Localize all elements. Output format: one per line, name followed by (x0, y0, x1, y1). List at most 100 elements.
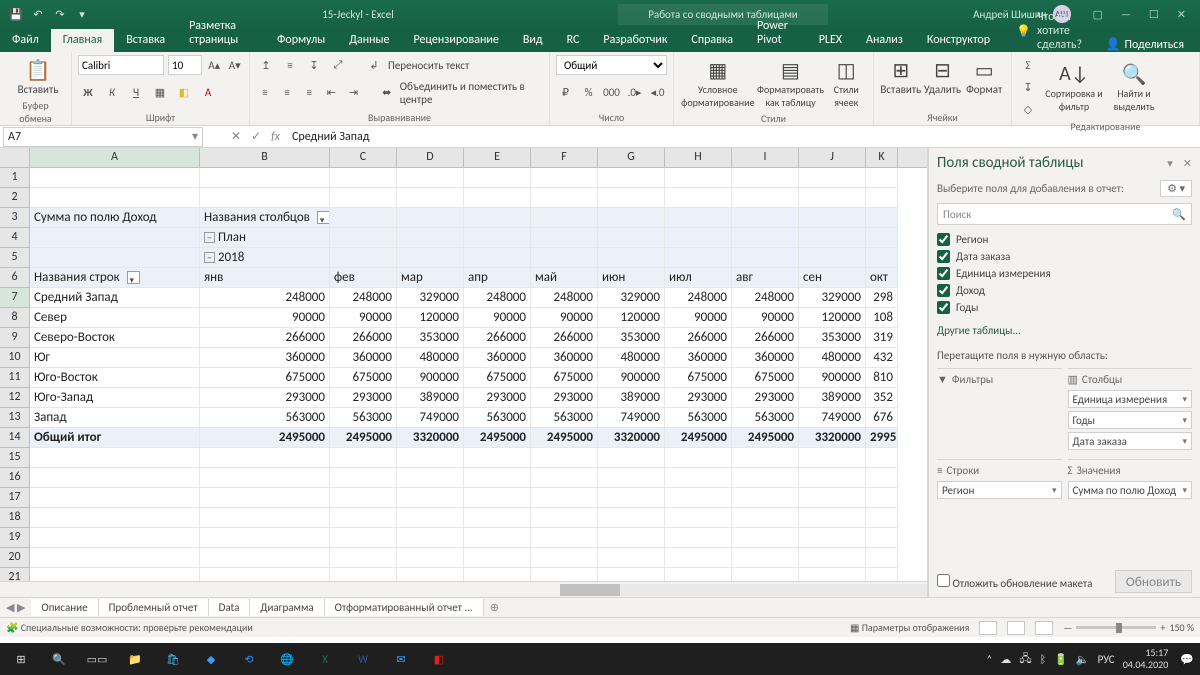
spreadsheet-grid[interactable]: ABCDEFGHIJK 123Сумма по полю ДоходНазван… (0, 148, 928, 597)
word-icon[interactable]: W (348, 646, 378, 672)
maximize-icon[interactable]: ☐ (1149, 8, 1159, 21)
sheet-tab[interactable]: Отформатированный отчет ... (325, 599, 484, 616)
enter-formula-icon[interactable]: ✓ (251, 129, 261, 144)
field-checkbox[interactable]: Единица измерения (937, 265, 1192, 282)
row-header[interactable]: 8 (0, 308, 30, 328)
merge-button[interactable]: ⬌ (378, 83, 396, 103)
format-as-table-button[interactable]: ▤Форматировать как таблицу (756, 55, 826, 111)
row-header[interactable]: 17 (0, 488, 30, 508)
column-header[interactable]: F (531, 148, 598, 167)
tray-language[interactable]: РУС (1098, 653, 1115, 666)
tab-design[interactable]: Конструктор (915, 29, 1002, 52)
tab-developer[interactable]: Разработчик (591, 29, 679, 52)
column-header[interactable]: J (799, 148, 866, 167)
view-layout-icon[interactable] (1007, 621, 1025, 635)
sheet-tab[interactable]: Описание (31, 599, 98, 616)
tab-help[interactable]: Справка (679, 29, 745, 52)
area-field-chip[interactable]: Единица измерения▾ (1068, 390, 1193, 408)
undo-icon[interactable]: ↶ (30, 6, 46, 22)
bold-button[interactable]: Ж (78, 83, 98, 103)
minimize-icon[interactable]: — (1121, 8, 1131, 21)
align-right-icon[interactable]: ≡ (300, 83, 318, 103)
number-format[interactable]: Общий (556, 55, 667, 75)
row-header[interactable]: 21 (0, 568, 30, 581)
paste-button[interactable]: 📋Вставить (6, 55, 70, 98)
redo-icon[interactable]: ↷ (52, 6, 68, 22)
teamviewer-icon[interactable]: ⟲ (234, 646, 264, 672)
format-cells-button[interactable]: ▭Формат (963, 55, 1005, 98)
font-size[interactable] (168, 55, 202, 75)
col-filter-icon[interactable] (317, 211, 330, 224)
row-header[interactable]: 15 (0, 448, 30, 468)
row-header[interactable]: 13 (0, 408, 30, 428)
column-header[interactable]: D (397, 148, 464, 167)
view-normal-icon[interactable] (979, 621, 997, 635)
sheet-tab[interactable]: Диаграмма (250, 599, 324, 616)
app-icon[interactable]: ◆ (196, 646, 226, 672)
view-break-icon[interactable] (1035, 621, 1053, 635)
ribbon-options-icon[interactable]: ▢ (1093, 8, 1103, 21)
tab-insert[interactable]: Вставка (114, 29, 177, 52)
row-header[interactable]: 20 (0, 548, 30, 568)
tab-file[interactable]: Файл (0, 29, 51, 52)
row-header[interactable]: 1 (0, 168, 30, 188)
row-header[interactable]: 5 (0, 248, 30, 268)
tab-plex[interactable]: PLEX (807, 29, 854, 52)
sheet-tab[interactable]: Проблемный отчет (99, 599, 209, 616)
search-taskbar-icon[interactable]: 🔍 (44, 646, 74, 672)
row-header[interactable]: 6 (0, 268, 30, 288)
italic-button[interactable]: К (102, 83, 122, 103)
row-filter-icon[interactable] (127, 271, 140, 284)
clear-icon[interactable]: ◇ (1018, 99, 1038, 119)
column-header[interactable]: A (30, 148, 200, 167)
delete-cells-button[interactable]: ⊟Удалить (922, 55, 964, 98)
field-checkbox[interactable]: Годы (937, 299, 1192, 316)
taskview-icon[interactable]: ▭▭ (82, 646, 112, 672)
column-header[interactable]: I (732, 148, 799, 167)
align-center-icon[interactable]: ≡ (278, 83, 296, 103)
border-button[interactable]: ▦ (150, 83, 170, 103)
tab-data[interactable]: Данные (337, 29, 401, 52)
tab-rc[interactable]: RC (555, 29, 592, 52)
font-color-button[interactable]: A (198, 83, 218, 103)
tab-formulas[interactable]: Формулы (265, 29, 337, 52)
pane-dropdown-icon[interactable]: ▾ (1167, 157, 1173, 170)
row-header[interactable]: 11 (0, 368, 30, 388)
column-header[interactable]: E (464, 148, 531, 167)
dec-decimal-icon[interactable]: ◂.0 (648, 83, 667, 103)
conditional-formatting-button[interactable]: ▦Условное форматирование (680, 55, 756, 111)
tray-network-icon[interactable]: 🖧 (1019, 650, 1031, 669)
fill-icon[interactable]: ↧ (1018, 77, 1038, 97)
underline-button[interactable]: Ч (126, 83, 146, 103)
fill-color-button[interactable]: ◧ (174, 83, 194, 103)
row-header[interactable]: 3 (0, 208, 30, 228)
field-checkbox[interactable]: Регион (937, 231, 1192, 248)
horizontal-scrollbar[interactable] (0, 581, 927, 597)
tray-chevron-icon[interactable]: ˄ (986, 653, 992, 666)
currency-icon[interactable]: ₽ (556, 83, 575, 103)
update-button[interactable]: Обновить (1115, 570, 1192, 593)
fx-icon[interactable]: fx (271, 130, 280, 144)
tab-analyze[interactable]: Анализ (854, 29, 915, 52)
mail-icon[interactable]: ✉ (386, 646, 416, 672)
row-header[interactable]: 14 (0, 428, 30, 448)
row-header[interactable]: 4 (0, 228, 30, 248)
align-bottom-icon[interactable]: ↧ (304, 55, 324, 75)
column-header[interactable]: H (665, 148, 732, 167)
font-name[interactable] (78, 55, 164, 75)
tray-volume-icon[interactable]: 🔈 (1076, 653, 1090, 666)
tray-onedrive-icon[interactable]: ☁ (1000, 653, 1011, 666)
sort-filter-button[interactable]: A↓Сортировка и фильтр (1044, 59, 1104, 115)
decrease-font-icon[interactable]: A▾ (227, 55, 244, 75)
pane-close-icon[interactable]: ✕ (1183, 157, 1192, 170)
tab-home[interactable]: Главная (51, 29, 114, 52)
column-header[interactable]: B (200, 148, 330, 167)
area-values[interactable]: Σ Значения Сумма по полю Доход▾ (1068, 459, 1193, 502)
percent-icon[interactable]: % (579, 83, 598, 103)
acrobat-icon[interactable]: ◧ (424, 646, 454, 672)
area-columns[interactable]: ▥ Столбцы Единица измерения▾Годы▾Дата за… (1068, 368, 1193, 453)
other-tables-link[interactable]: Другие таблицы... (937, 324, 1192, 337)
tray-battery-icon[interactable]: 🔋 (1054, 653, 1068, 666)
increase-font-icon[interactable]: A▴ (206, 55, 223, 75)
chrome-icon[interactable]: 🌐 (272, 646, 302, 672)
